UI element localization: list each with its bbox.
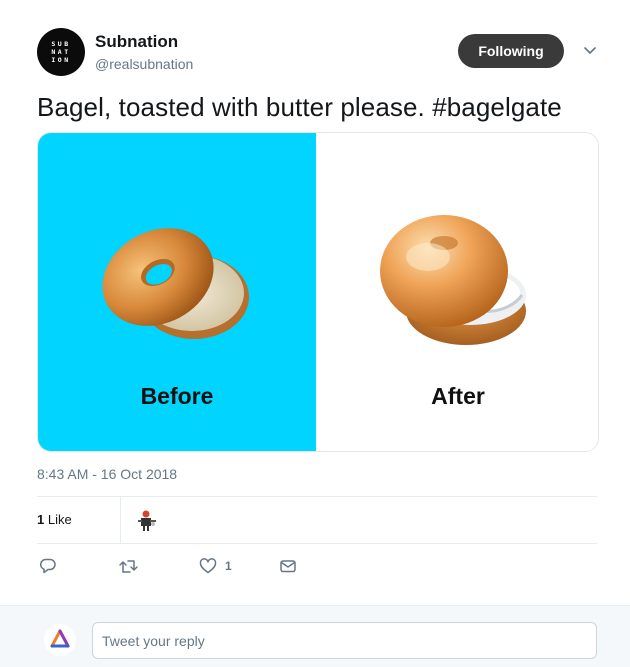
tweet-media[interactable]: Before After — [37, 132, 599, 452]
bagel-plain-image — [102, 228, 249, 339]
retweet-action[interactable] — [119, 555, 139, 577]
tweet-timestamp[interactable]: 8:43 AM - 16 Oct 2018 — [37, 466, 177, 482]
author-display-name[interactable]: Subnation — [95, 32, 178, 52]
stats-divider-bottom — [37, 543, 597, 544]
media-panel-after: After — [316, 133, 598, 451]
like-action-count: 1 — [225, 559, 232, 573]
author-avatar[interactable]: SUB NAT ION — [37, 28, 85, 76]
tweet-text: Bagel, toasted with butter please. #bage… — [37, 92, 562, 122]
author-handle[interactable]: @realsubnation — [95, 56, 193, 72]
chevron-down-icon[interactable] — [582, 42, 598, 58]
reply-bar — [0, 605, 630, 667]
liker-avatar[interactable] — [135, 508, 159, 532]
likes-count: 1 — [37, 512, 45, 527]
heart-icon — [199, 558, 217, 574]
stats-vertical-divider — [120, 497, 121, 543]
retweet-icon — [119, 560, 138, 573]
tweet-header: SUB NAT ION Subnation @realsubnation Fol… — [37, 28, 603, 78]
likes-label: Like — [47, 512, 72, 527]
reply-input[interactable] — [92, 622, 597, 659]
reply-icon — [39, 558, 56, 574]
likes-row: 1 Like — [37, 497, 597, 543]
avatar-logo-text: SUB NAT ION — [51, 40, 71, 64]
after-label: After — [431, 383, 485, 409]
direct-message-action[interactable] — [279, 555, 297, 577]
media-panel-before: Before — [38, 133, 316, 451]
before-label: Before — [140, 383, 214, 409]
tweet-actions: 1 — [37, 555, 437, 579]
current-user-avatar[interactable] — [44, 624, 76, 656]
likes-stat[interactable]: 1 Like — [37, 512, 72, 527]
following-button[interactable]: Following — [458, 34, 564, 68]
like-action[interactable]: 1 — [199, 555, 232, 577]
bagel-cream-cheese-image — [380, 215, 526, 345]
envelope-icon — [280, 560, 296, 573]
reply-action[interactable] — [39, 555, 57, 577]
